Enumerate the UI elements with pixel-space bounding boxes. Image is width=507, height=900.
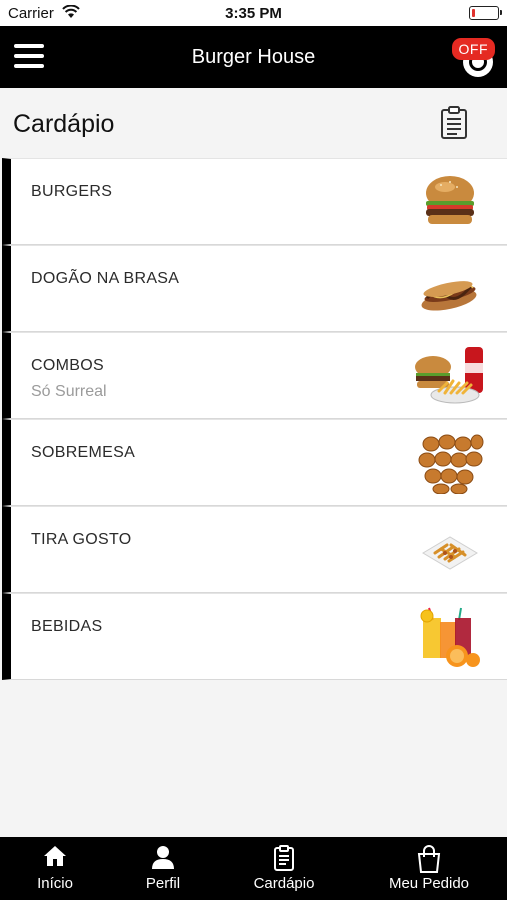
category-dogao-na-brasa[interactable]: DOGÃO NA BRASA xyxy=(2,245,507,332)
category-bebidas[interactable]: BEBIDAS xyxy=(2,593,507,680)
snack-image xyxy=(415,519,485,581)
tab-label: Perfil xyxy=(145,875,181,892)
app-title: Burger House xyxy=(191,46,316,68)
clock: 3:35 PM xyxy=(225,5,282,22)
menu-category-list: BURGERS DOGÃO NA BRASA COMBOS Só Surreal… xyxy=(2,158,507,680)
battery-icon xyxy=(469,6,502,20)
tab-label: Início xyxy=(37,875,73,892)
category-name: SOBREMESA xyxy=(31,444,136,461)
drinks-image xyxy=(415,606,485,668)
category-sobremesa[interactable]: SOBREMESA xyxy=(2,419,507,506)
tab-bar: Início Perfil Cardápio Meu Pedido xyxy=(0,837,507,900)
clipboard-icon xyxy=(273,845,295,876)
status-badge: OFF xyxy=(451,38,495,60)
category-combos[interactable]: COMBOS Só Surreal xyxy=(2,332,507,419)
person-icon xyxy=(151,845,175,874)
category-name: TIRA GOSTO xyxy=(31,531,132,548)
hotdog-image xyxy=(415,258,485,320)
status-bar: Carrier 3:35 PM xyxy=(0,0,507,26)
tab-inicio[interactable]: Início xyxy=(10,837,100,900)
category-name: DOGÃO NA BRASA xyxy=(31,270,180,287)
combo-image xyxy=(413,345,487,407)
section-header: Cardápio xyxy=(0,88,507,158)
tab-perfil[interactable]: Perfil xyxy=(118,837,208,900)
category-tira-gosto[interactable]: TIRA GOSTO xyxy=(2,506,507,593)
shopping-bag-icon xyxy=(416,845,442,878)
category-burgers[interactable]: BURGERS xyxy=(2,158,507,245)
tab-label: Cardápio xyxy=(253,875,315,892)
category-name: BURGERS xyxy=(31,183,113,200)
tab-meu-pedido[interactable]: Meu Pedido xyxy=(374,837,484,900)
category-name: COMBOS xyxy=(31,357,104,374)
category-name: BEBIDAS xyxy=(31,618,103,635)
burger-image xyxy=(415,171,485,233)
store-status-button[interactable]: OFF xyxy=(445,35,495,77)
dessert-image xyxy=(415,432,485,495)
page-title: Cardápio xyxy=(13,110,115,138)
tab-cardapio[interactable]: Cardápio xyxy=(236,837,332,900)
app-header: Burger House OFF xyxy=(0,26,507,88)
home-icon xyxy=(43,845,67,872)
tab-label: Meu Pedido xyxy=(388,875,470,892)
category-subtitle: Só Surreal xyxy=(31,383,107,400)
clipboard-icon[interactable] xyxy=(440,106,468,140)
